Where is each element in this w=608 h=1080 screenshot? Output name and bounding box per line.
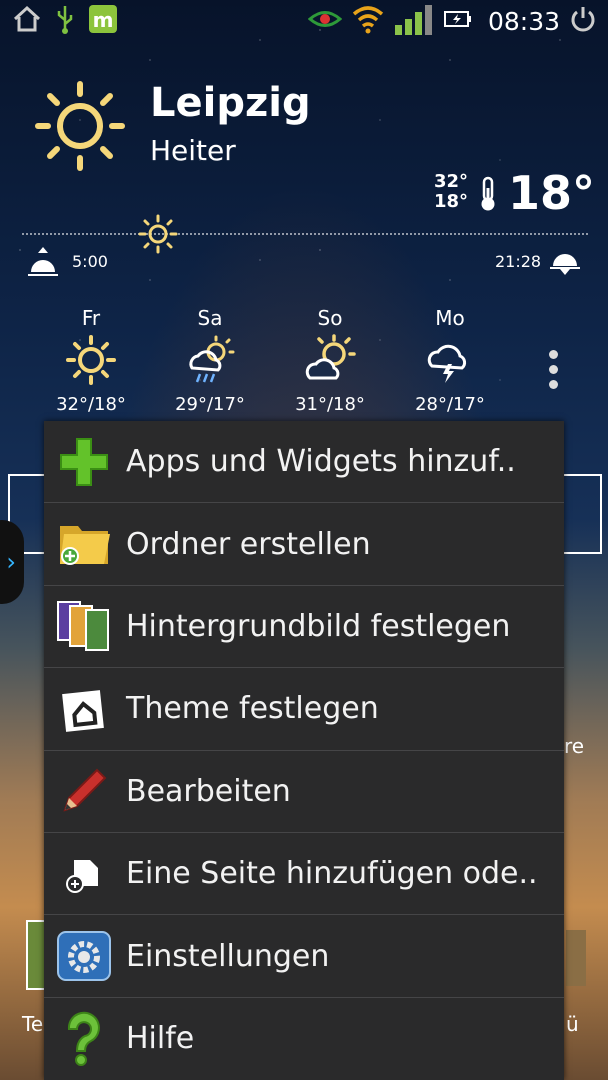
menu-item-help[interactable]: Hilfe bbox=[44, 998, 564, 1080]
folder-add-icon bbox=[56, 516, 112, 572]
home-icon bbox=[12, 5, 42, 37]
forecast-day: So 31°/18° bbox=[280, 306, 380, 415]
sun-position-icon bbox=[138, 214, 178, 258]
menu-item-edit[interactable]: Bearbeiten bbox=[44, 751, 564, 833]
plus-icon bbox=[56, 434, 112, 490]
background-app-label: Te bbox=[22, 1012, 44, 1036]
svg-text:m: m bbox=[93, 8, 114, 32]
menu-item-label: Hintergrundbild festlegen bbox=[126, 608, 511, 644]
app-m-icon: m bbox=[88, 4, 118, 38]
forecast-temp: 29°/17° bbox=[175, 394, 245, 415]
status-time: 08:33 bbox=[487, 6, 560, 36]
menu-item-label: Ordner erstellen bbox=[126, 526, 371, 562]
wifi-icon bbox=[352, 4, 384, 38]
forecast-day-name: So bbox=[317, 306, 343, 330]
menu-item-create-folder[interactable]: Ordner erstellen bbox=[44, 503, 564, 586]
forecast-day-name: Fr bbox=[81, 306, 101, 330]
sunrise-icon bbox=[26, 244, 60, 282]
forecast-temp: 32°/18° bbox=[56, 394, 126, 415]
side-panel-handle[interactable]: › bbox=[0, 520, 24, 604]
home-context-menu: Apps und Widgets hinzuf.. Ordner erstell… bbox=[44, 421, 564, 1080]
background-label: re bbox=[564, 734, 585, 758]
menu-item-set-wallpaper[interactable]: Hintergrundbild festlegen bbox=[44, 586, 564, 669]
high-low-temps: 32° 18° bbox=[434, 172, 468, 212]
menu-item-label: Bearbeiten bbox=[126, 773, 291, 809]
sun-cloud-icon bbox=[280, 334, 380, 390]
settings-icon bbox=[56, 928, 112, 984]
sun-icon bbox=[32, 78, 128, 178]
background-app-label: ü bbox=[566, 1012, 579, 1036]
forecast-temp: 28°/17° bbox=[415, 394, 485, 415]
menu-item-settings[interactable]: Einstellungen bbox=[44, 915, 564, 998]
power-icon[interactable] bbox=[570, 5, 596, 37]
page-add-icon bbox=[56, 846, 112, 902]
forecast-day: Sa 29°/17° bbox=[160, 306, 260, 415]
forecast-day-name: Sa bbox=[197, 306, 223, 330]
chevron-right-icon: › bbox=[6, 548, 16, 576]
eye-icon bbox=[307, 6, 343, 36]
thermometer-icon bbox=[478, 176, 498, 216]
menu-item-label: Eine Seite hinzufügen ode.. bbox=[126, 856, 538, 892]
forecast-temp: 31°/18° bbox=[295, 394, 365, 415]
menu-item-add-apps-widgets[interactable]: Apps und Widgets hinzuf.. bbox=[44, 421, 564, 504]
signal-icon bbox=[394, 3, 434, 39]
day-timeline bbox=[22, 233, 588, 235]
weather-condition: Heiter bbox=[150, 134, 236, 167]
help-icon bbox=[56, 1011, 112, 1067]
menu-item-set-theme[interactable]: Theme festlegen bbox=[44, 668, 564, 751]
menu-item-label: Apps und Widgets hinzuf.. bbox=[126, 444, 516, 480]
theme-icon bbox=[56, 681, 112, 737]
battery-icon bbox=[443, 10, 472, 32]
status-bar: m 08:33 bbox=[0, 0, 608, 42]
more-options-icon[interactable] bbox=[545, 350, 561, 389]
sunrise-time: 5:00 bbox=[72, 252, 108, 271]
menu-item-label: Einstellungen bbox=[126, 938, 330, 974]
menu-item-add-page[interactable]: Eine Seite hinzufügen ode.. bbox=[44, 833, 564, 916]
sun-icon bbox=[41, 334, 141, 390]
sunset-time: 21:28 bbox=[495, 252, 542, 271]
sunset-icon bbox=[548, 244, 582, 282]
forecast-day-name: Mo bbox=[435, 306, 465, 330]
menu-item-label: Theme festlegen bbox=[126, 691, 379, 727]
pencil-icon bbox=[56, 763, 112, 819]
sun-rain-icon bbox=[160, 334, 260, 390]
menu-item-label: Hilfe bbox=[126, 1021, 195, 1057]
current-temp: 18° bbox=[508, 166, 596, 220]
city-name: Leipzig bbox=[150, 80, 311, 126]
usb-icon bbox=[56, 4, 74, 38]
high-temp: 32° bbox=[434, 171, 469, 192]
background-app-icon[interactable] bbox=[566, 930, 586, 986]
forecast-day: Fr 32°/18° bbox=[41, 306, 141, 415]
thunder-cloud-icon bbox=[400, 334, 500, 390]
low-temp: 18° bbox=[434, 191, 469, 212]
forecast-day: Mo 28°/17° bbox=[400, 306, 500, 415]
wallpaper-icon bbox=[56, 598, 112, 654]
